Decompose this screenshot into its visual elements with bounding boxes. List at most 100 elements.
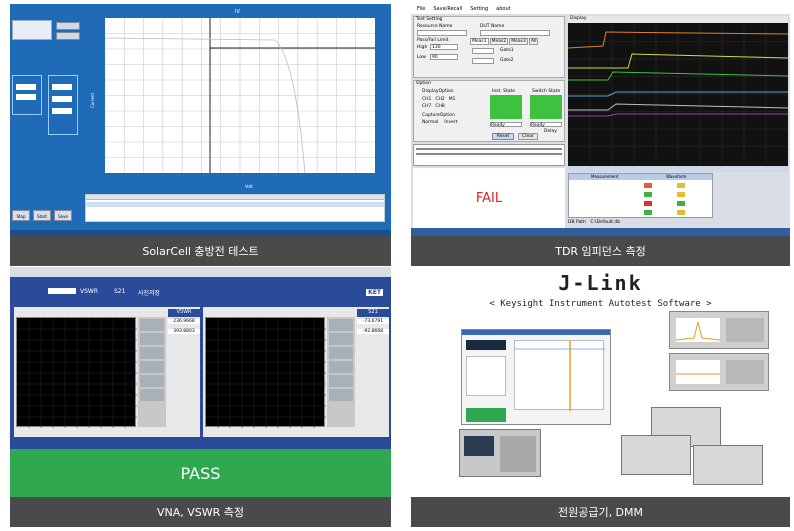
autotest-pass bbox=[466, 408, 506, 422]
ch7-checkbox[interactable]: CH7 bbox=[422, 104, 431, 109]
scope-controls bbox=[568, 166, 788, 172]
dmm-bottom bbox=[669, 353, 769, 391]
tab-meas1[interactable]: Meas1 bbox=[470, 38, 489, 45]
vswr-pane: VSWR 236.9668 393.8803 bbox=[14, 307, 200, 437]
ch8-checkbox[interactable]: CH8 bbox=[435, 104, 444, 109]
iv-x-label: Volt bbox=[245, 184, 253, 189]
gate2-field[interactable] bbox=[472, 58, 494, 64]
s21-tab[interactable]: S21 bbox=[114, 288, 125, 295]
test-setting-label: Test Setting bbox=[416, 17, 443, 22]
menu-setting[interactable]: Setting bbox=[470, 6, 488, 12]
menu-file[interactable]: File bbox=[417, 6, 425, 12]
fail-indicator: FAIL bbox=[413, 168, 565, 228]
vswr-header: VSWR bbox=[168, 309, 200, 317]
m1-checkbox[interactable]: M1 bbox=[449, 97, 456, 102]
power-supply-3 bbox=[693, 445, 763, 485]
stop-button[interactable]: Stop bbox=[12, 210, 30, 221]
vna-brand-logo: KET bbox=[366, 289, 383, 296]
vna-select[interactable] bbox=[48, 288, 76, 294]
s21-menu-btn-4[interactable] bbox=[329, 361, 353, 373]
caption-power: 전원공급기, DMM bbox=[411, 497, 790, 527]
s21-plot bbox=[205, 317, 326, 428]
measurement-table: Measurement Waveform bbox=[568, 173, 713, 218]
pass-indicator: PASS bbox=[10, 449, 391, 497]
display-panel: Display bbox=[568, 16, 788, 166]
gate1-field[interactable] bbox=[472, 48, 494, 54]
option-panel: Option DisplayOption CH1 CH2 M1 CH7 CH8 … bbox=[413, 80, 565, 142]
low-field[interactable]: 90 bbox=[430, 54, 458, 60]
reset-button[interactable]: Reset bbox=[492, 133, 514, 140]
menu-about[interactable]: about bbox=[496, 6, 510, 12]
high-field[interactable]: 130 bbox=[430, 44, 458, 50]
tdr-screenshot: File Save/Recall Setting about Test Sett… bbox=[411, 4, 790, 236]
menu-save-recall[interactable]: Save/Recall bbox=[433, 6, 462, 12]
vswr-value-1: 236.9668 bbox=[168, 319, 200, 324]
tab-meas3[interactable]: Meas3 bbox=[509, 38, 528, 45]
vswr-menu-btn-6[interactable] bbox=[140, 389, 164, 401]
display-label: Display bbox=[568, 16, 788, 23]
invert-radio[interactable]: Invert bbox=[444, 120, 457, 125]
vswr-menu-btn-5[interactable] bbox=[140, 375, 164, 387]
tdr-waveform bbox=[568, 24, 788, 164]
test-setting-panel: Test Setting Resource Name DUT Name Pass… bbox=[413, 16, 565, 78]
waveform-header: Waveform bbox=[666, 174, 687, 179]
s21-side-menu bbox=[327, 317, 355, 427]
resource-name-label: Resource Name bbox=[417, 24, 453, 29]
save-button[interactable]: Save bbox=[54, 210, 72, 221]
solar-screenshot: IV Current Volt Stop Start Save bbox=[10, 4, 391, 236]
switch-state-label: Switch State bbox=[532, 89, 561, 94]
option-label: Option bbox=[416, 81, 432, 86]
db-path-field[interactable]: C:\Default.db bbox=[590, 220, 620, 225]
vswr-menu-btn-2[interactable] bbox=[140, 333, 164, 345]
dut-name-label: DUT Name bbox=[480, 24, 505, 29]
start-button[interactable]: Start bbox=[33, 210, 51, 221]
s21-menu-btn-3[interactable] bbox=[329, 347, 353, 359]
s21-header: S21 bbox=[357, 309, 389, 317]
caption-tdr: TDR 임피던스 측정 bbox=[411, 236, 790, 266]
solar-results-table bbox=[85, 194, 385, 222]
autotest-display bbox=[466, 340, 506, 350]
vswr-grid bbox=[17, 318, 137, 428]
vna-screenshot: VSWR S21 사진저장 KET VSWR 236.9668 393.8803 bbox=[10, 267, 391, 497]
power-supply-2 bbox=[621, 435, 691, 475]
s21-menu-btn-1[interactable] bbox=[329, 319, 353, 331]
measurement-header: Measurement bbox=[591, 174, 619, 179]
autotest-chart bbox=[514, 340, 605, 411]
taskbar bbox=[411, 228, 790, 236]
low-label: Low bbox=[417, 55, 426, 60]
vswr-menu-btn-4[interactable] bbox=[140, 361, 164, 373]
pass-fail-label: Pass/Fail Limit bbox=[417, 38, 449, 43]
tdr-log-area bbox=[413, 144, 565, 166]
db-path-label: DB Path bbox=[568, 220, 586, 225]
s21-value-2: -92.8668 bbox=[357, 329, 389, 334]
s21-pane: S21 -73.6791 -92.8668 bbox=[203, 307, 389, 437]
photo-save-button[interactable]: 사진저장 bbox=[138, 288, 160, 297]
clear-button[interactable]: Clear bbox=[518, 133, 538, 140]
tdr-menu-bar: File Save/Recall Setting about bbox=[411, 4, 790, 14]
vna-result-header bbox=[10, 439, 391, 449]
iv-chart-title: IV bbox=[235, 9, 240, 15]
inst-ready-field: Ready bbox=[490, 122, 522, 128]
iv-y-label: Current bbox=[90, 92, 96, 109]
vna-toolbar: VSWR S21 사진저장 KET bbox=[10, 277, 391, 303]
ch2-checkbox[interactable]: CH2 bbox=[435, 97, 444, 102]
caption-solar: SolarCell 충방전 테스트 bbox=[10, 236, 391, 266]
inst-state-indicator bbox=[490, 95, 522, 119]
caption-vna: VNA, VSWR 측정 bbox=[10, 497, 391, 527]
vswr-value-2: 393.8803 bbox=[168, 329, 200, 334]
tab-all[interactable]: All bbox=[528, 38, 539, 45]
s21-menu-btn-2[interactable] bbox=[329, 333, 353, 345]
s21-menu-btn-5[interactable] bbox=[329, 375, 353, 387]
resource-name-field[interactable] bbox=[417, 30, 467, 36]
vswr-menu-btn-3[interactable] bbox=[140, 347, 164, 359]
vswr-tab[interactable]: VSWR bbox=[80, 288, 98, 295]
vswr-menu-btn-1[interactable] bbox=[140, 319, 164, 331]
normal-radio[interactable]: Normal bbox=[422, 120, 438, 125]
tab-meas2[interactable]: Meas2 bbox=[489, 38, 509, 45]
s21-value-1: -73.6791 bbox=[357, 319, 389, 324]
dut-name-field[interactable] bbox=[480, 30, 550, 36]
gate1-label: Gate1 bbox=[500, 48, 514, 53]
ch1-checkbox[interactable]: CH1 bbox=[422, 97, 431, 102]
jlink-title: J-Link bbox=[558, 271, 643, 295]
s21-menu-btn-6[interactable] bbox=[329, 389, 353, 401]
